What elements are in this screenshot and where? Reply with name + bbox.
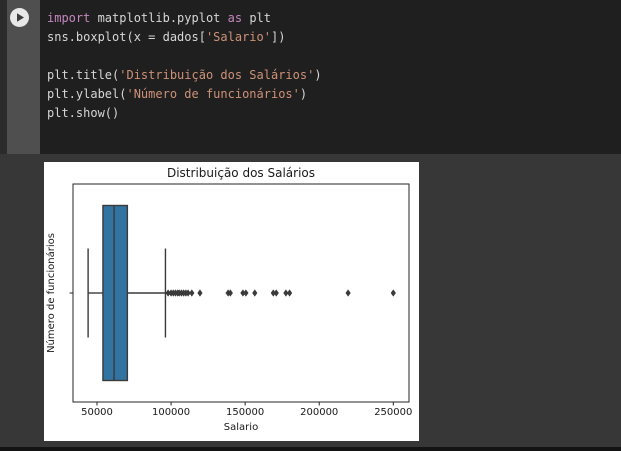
code-line: import matplotlib.pyplot as plt	[47, 9, 613, 28]
x-axis-label: Salario	[224, 422, 258, 433]
code-line: plt.ylabel('Número de funcionários')	[47, 85, 613, 104]
outlier-point	[286, 289, 293, 297]
x-tick-label: 150000	[226, 407, 264, 418]
code-token: as	[227, 11, 243, 25]
code-line: plt.title('Distribuição dos Salários')	[47, 66, 613, 85]
x-tick-label: 100000	[152, 407, 190, 418]
outlier-point	[345, 289, 351, 297]
cell-gutter	[7, 0, 40, 154]
code-token: matplotlib.pyplot	[90, 11, 228, 25]
code-token: sns.boxplot(x = dados[	[47, 30, 206, 44]
outlier-point	[252, 289, 258, 297]
code-line: plt.show()	[47, 104, 613, 123]
iqr-box	[102, 204, 129, 382]
code-cell: import matplotlib.pyplot as plt sns.boxpl…	[0, 0, 621, 154]
outlier-point	[189, 289, 195, 297]
play-icon	[10, 8, 29, 27]
code-token: import	[47, 11, 91, 25]
outlier-point	[390, 289, 396, 297]
cell-left-margin	[0, 0, 7, 154]
code-token: plt	[242, 11, 271, 25]
notebook-page: { "cell": { "run_button_icon": "play-ico…	[0, 0, 621, 451]
code-editor[interactable]: import matplotlib.pyplot as plt sns.boxpl…	[40, 0, 621, 154]
code-token: plt.title(	[47, 68, 120, 82]
code-token: plt.show()	[47, 106, 120, 120]
run-cell-button[interactable]	[9, 7, 30, 28]
code-token: 'Salario'	[205, 30, 271, 44]
code-token: plt.ylabel(	[47, 87, 127, 101]
code-token: 'Distribuição dos Salários'	[119, 68, 315, 82]
code-line: sns.boxplot(x = dados['Salario'])	[47, 28, 613, 47]
code-token: ])	[270, 30, 286, 44]
boxplot-figure: Distribuição dos Salários Salario Número d…	[44, 162, 419, 441]
outlier-point	[197, 289, 203, 297]
outlier-point	[273, 289, 279, 297]
cell-output: Distribuição dos Salários Salario Número d…	[0, 154, 621, 447]
x-tick-label: 50000	[81, 407, 113, 418]
boxplot-chart: Distribuição dos Salários Salario Número d…	[45, 166, 412, 433]
x-tick-label: 200000	[300, 407, 338, 418]
x-tick-label: 250000	[374, 407, 412, 418]
chart-title: Distribuição dos Salários	[167, 166, 315, 180]
code-token: )	[314, 68, 322, 82]
next-cell-divider	[0, 447, 621, 451]
code-token: 'Número de funcionários'	[126, 87, 300, 101]
y-axis-label: Número de funcionários	[45, 233, 57, 353]
outlier-point	[243, 289, 249, 297]
code-token: )	[299, 87, 308, 101]
